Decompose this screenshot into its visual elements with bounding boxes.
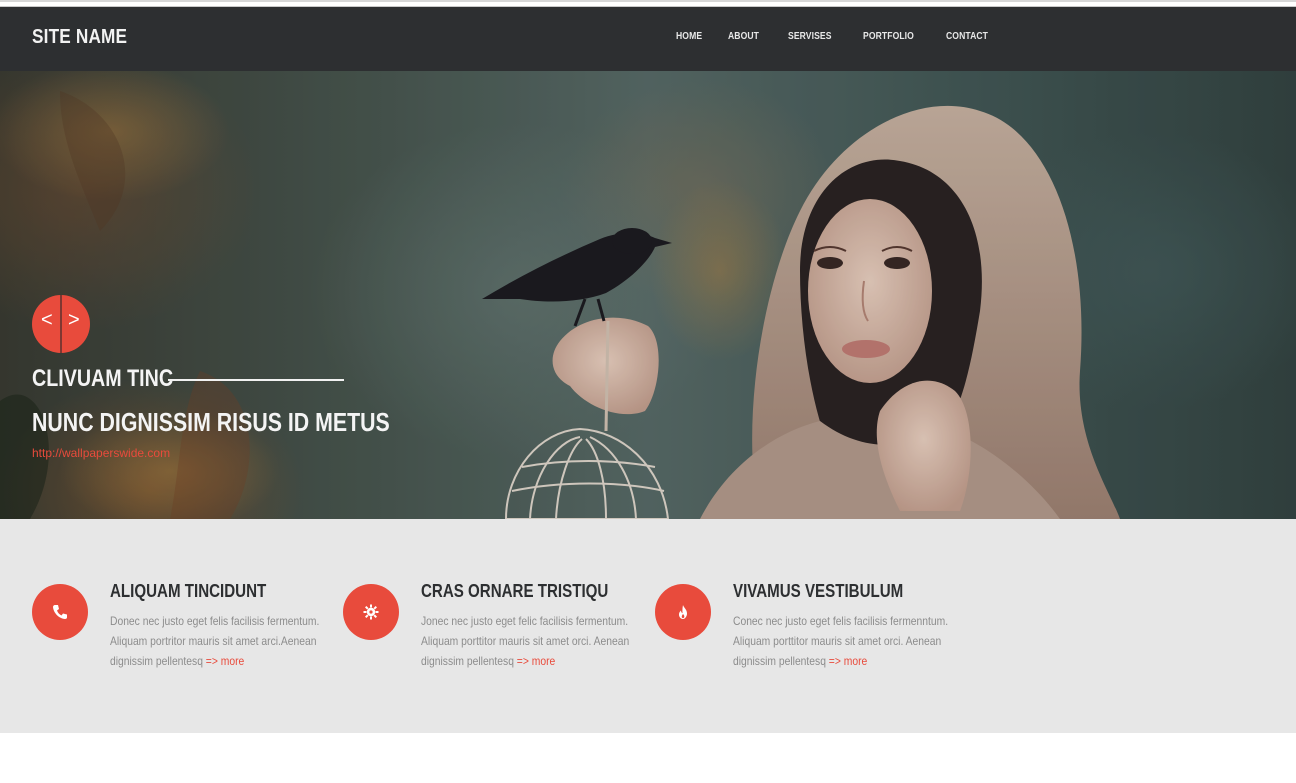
site-name-logo[interactable]: SITE NAME [32,26,127,49]
feature-text-line: Donec nec justo eget felis facilisis fer… [110,614,320,628]
code-icon-right-bracket: > [68,309,80,331]
more-label: more [220,654,245,668]
feature-text-line: Aliquam portritor mauris sit amet arci.A… [110,634,317,648]
feature-text-line-end: dignissim pellentesq [733,654,826,668]
feature-text-line: Conec nec justo eget felis facilisis fer… [733,614,949,628]
feature-description: Conec nec justo eget felis facilisis fer… [733,611,957,671]
more-label: more [531,654,556,668]
nav-item-contact: CONTACT [946,31,995,42]
nav-link-home[interactable]: HOME [676,31,702,42]
feature-text-line: Aliquam porttitor mauris sit amet orci. … [421,634,630,648]
hero-banner: < > CLIVUAM TINC NUNC DIGNISSIM RISUS ID… [0,71,1296,519]
nav-item-portfolio: PORTFOLIO [863,31,922,42]
gear-icon [343,584,399,640]
hero-subtitle: CLIVUAM TINC [32,365,174,392]
more-link[interactable]: => more [206,654,244,668]
nav-link-about[interactable]: ABOUT [728,31,759,42]
feature-title: VIVAMUS VESTIBULUM [733,581,904,601]
window-top-strip [0,0,1296,7]
feature-title: CRAS ORNARE TRISTIQU [421,581,609,601]
feature-text-line: dignissim pellentesq => more [733,651,957,671]
hero-photo [0,71,1296,519]
nav-item-services: SERVISES [788,31,839,42]
page-footer-space [0,733,1296,783]
flame-icon [655,584,711,640]
feature-title: ALIQUAM TINCIDUNT [110,581,267,601]
feature-description: Donec nec justo eget felis facilisis fer… [110,611,334,671]
code-icon-left-bracket: < [41,309,53,331]
feature-text-line: Aliquam porttitor mauris sit amet orci. … [733,634,942,648]
feature-text-line: dignissim pellentesq => more [421,651,645,671]
nav-item-about: ABOUT [728,31,764,42]
feature-card: CRAS ORNARE TRISTIQU Jonec nec justo ege… [343,581,643,681]
feature-text-line-end: dignissim pellentesq [421,654,514,668]
nav-link-contact[interactable]: CONTACT [946,31,988,42]
nav-menu: HOME ABOUT SERVISES PORTFOLIO CONTACT [676,31,995,42]
more-arrow: => [516,654,529,668]
feature-text-line: Jonec nec justo eget felic facilisis fer… [421,614,629,628]
more-arrow: => [828,654,841,668]
more-link[interactable]: => more [829,654,867,668]
more-arrow: => [205,654,218,668]
feature-text-line-end: dignissim pellentesq [110,654,203,668]
navbar: SITE NAME HOME ABOUT SERVISES PORTFOLIO … [0,7,1296,71]
phone-icon [32,584,88,640]
more-link[interactable]: => more [517,654,555,668]
nav-link-portfolio[interactable]: PORTFOLIO [863,31,914,42]
more-label: more [843,654,868,668]
code-icon: < > [32,295,90,353]
code-icon-divider [60,295,62,353]
feature-card: ALIQUAM TINCIDUNT Donec nec justo eget f… [32,581,332,681]
hero-source-link[interactable]: http://wallpaperswide.com [32,446,170,460]
hero-subtitle-rule [168,379,344,381]
feature-card: VIVAMUS VESTIBULUM Conec nec justo eget … [655,581,955,681]
nav-link-services[interactable]: SERVISES [788,31,832,42]
hero-title: NUNC DIGNISSIM RISUS ID METUS [32,407,390,437]
feature-description: Jonec nec justo eget felic facilisis fer… [421,611,645,671]
nav-item-home: HOME [676,31,706,42]
features-section: ALIQUAM TINCIDUNT Donec nec justo eget f… [0,519,1296,733]
feature-text-line: dignissim pellentesq => more [110,651,334,671]
